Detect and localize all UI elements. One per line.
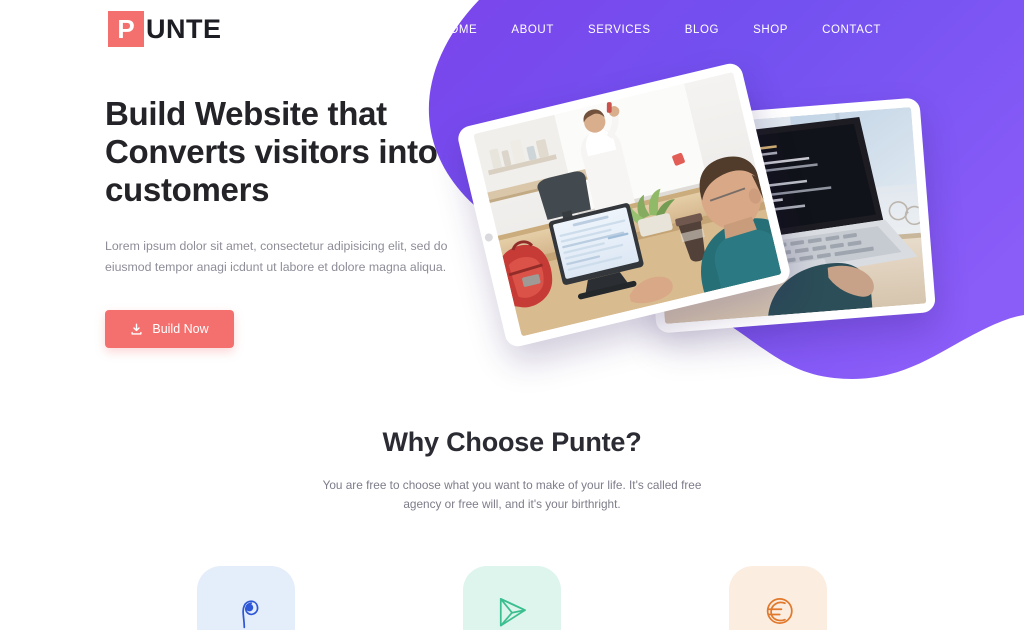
- nav-item-blog[interactable]: BLOG: [668, 21, 736, 39]
- build-now-label: Build Now: [152, 322, 209, 336]
- feature-card-1[interactable]: [197, 566, 295, 630]
- euro-circle-icon: [759, 592, 797, 630]
- logo-text: UNTE: [146, 14, 222, 44]
- main-navigation: HOME ABOUT SERVICES BLOG SHOP CONTACT: [423, 21, 898, 39]
- tablet-home-button: [484, 232, 494, 243]
- section-subtitle: You are free to choose what you want to …: [322, 478, 702, 511]
- feature-cards: [0, 566, 1024, 630]
- hero-content: Build Website that Converts visitors int…: [105, 95, 505, 348]
- nav-item-services[interactable]: SERVICES: [571, 21, 668, 39]
- hero-title: Build Website that Converts visitors int…: [105, 95, 438, 208]
- logo-badge: P: [108, 11, 144, 47]
- section-title: Why Choose Punte?: [382, 427, 642, 457]
- nav-item-about[interactable]: ABOUT: [494, 21, 571, 39]
- logo[interactable]: P UNTE: [108, 11, 222, 47]
- why-choose-section: Why Choose Punte? You are free to choose…: [0, 425, 1024, 514]
- feature-card-2[interactable]: [463, 566, 561, 630]
- landing-page: P UNTE HOME ABOUT SERVICES BLOG SHOP CON…: [0, 0, 1024, 630]
- download-icon: [130, 323, 143, 336]
- nav-item-contact[interactable]: CONTACT: [805, 21, 898, 39]
- send-plane-icon: [493, 592, 531, 630]
- site-header: P UNTE HOME ABOUT SERVICES BLOG SHOP CON…: [0, 0, 1024, 60]
- build-now-button[interactable]: Build Now: [105, 310, 234, 348]
- hero-device-mockups: [455, 61, 950, 370]
- pin-spiral-icon: [227, 592, 265, 630]
- nav-item-home[interactable]: HOME: [423, 21, 494, 39]
- nav-item-shop[interactable]: SHOP: [736, 21, 805, 39]
- feature-card-3[interactable]: [729, 566, 827, 630]
- hero-subtitle: Lorem ipsum dolor sit amet, consectetur …: [105, 239, 448, 274]
